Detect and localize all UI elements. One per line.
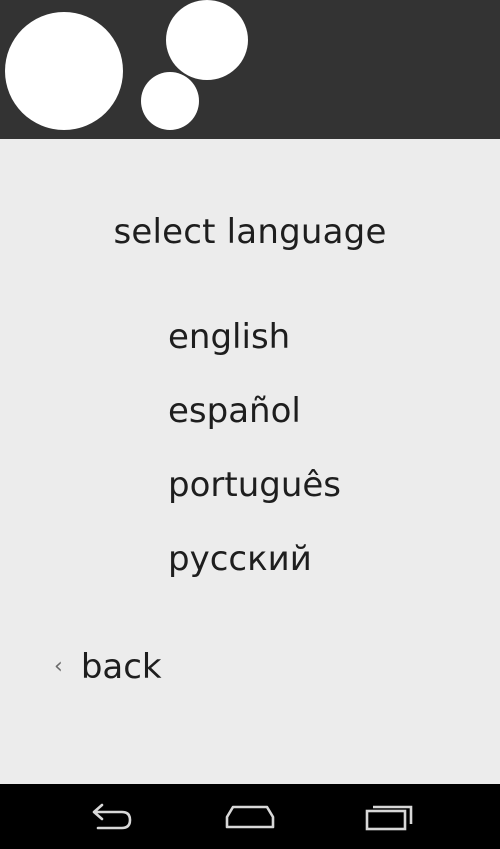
back-label: back	[80, 647, 162, 687]
nav-recents-icon	[365, 805, 413, 830]
logo-circle-medium-icon	[166, 0, 248, 80]
language-option-spanish[interactable]: español	[168, 391, 341, 465]
language-option-english[interactable]: english	[168, 317, 341, 391]
language-list: english español português русский	[168, 317, 341, 613]
logo-circle-large-icon	[5, 12, 123, 130]
nav-back-icon	[92, 803, 132, 829]
nav-home-icon	[225, 805, 275, 828]
language-option-russian[interactable]: русский	[168, 539, 341, 613]
back-button[interactable]: ‹ back	[54, 647, 162, 687]
nav-recents-button[interactable]	[344, 784, 434, 849]
system-navigation-bar	[0, 784, 500, 849]
nav-home-button[interactable]	[205, 784, 295, 849]
page-title: select language	[113, 212, 387, 252]
chevron-left-icon: ‹	[54, 654, 63, 679]
language-option-portuguese[interactable]: português	[168, 465, 341, 539]
logo-circle-small-icon	[141, 72, 199, 130]
app-header	[0, 0, 500, 139]
nav-back-button[interactable]	[66, 784, 156, 849]
language-screen: select language english español portuguê…	[0, 139, 500, 784]
